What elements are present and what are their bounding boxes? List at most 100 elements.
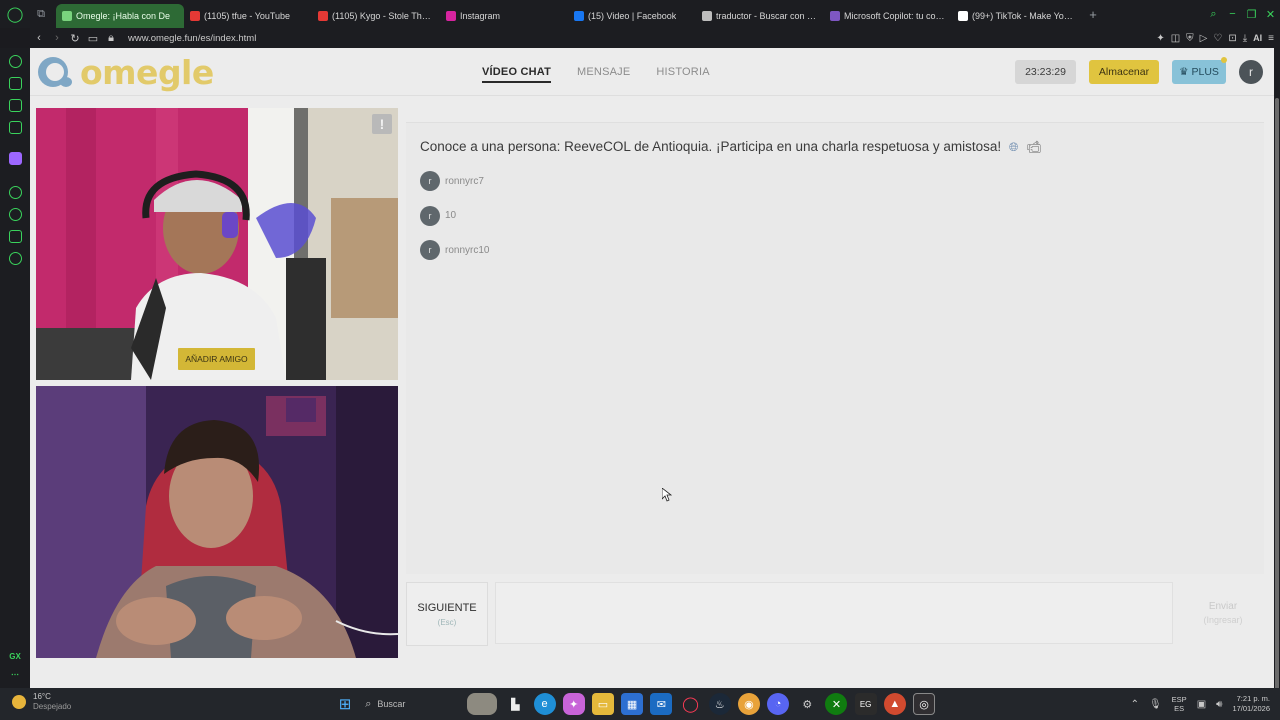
browser-tab[interactable]: (1105) tfue - YouTube — [184, 4, 312, 28]
browser-tab[interactable]: Instagram — [440, 4, 568, 28]
next-button[interactable]: SIGUIENTE (Esc) — [406, 582, 488, 646]
tab-title: (99+) TikTok - Make Your D — [972, 11, 1074, 21]
play-icon[interactable]: ▷ — [1200, 33, 1208, 44]
browser-tab-strip: ◯ ⧉ Omegle: ¡Habla con De (1105) tfue - Y… — [0, 0, 1280, 28]
volume-icon[interactable]: 🔊︎ — [1216, 699, 1222, 710]
report-button[interactable]: ! — [372, 114, 392, 134]
outlook-icon[interactable]: ✉ — [650, 693, 673, 715]
more-icon[interactable]: ⋯ — [0, 670, 30, 679]
clock[interactable]: 7:21 p. m. 17/01/2026 — [1232, 694, 1270, 714]
file-explorer-icon[interactable]: ▭ — [591, 693, 614, 715]
new-tab-button[interactable]: + — [1082, 2, 1104, 26]
forward-icon[interactable]: › — [48, 32, 66, 44]
discord-icon[interactable]: ◔ — [767, 693, 790, 715]
back-icon[interactable]: ‹ — [30, 32, 48, 44]
taskbar-search[interactable]: ⌕ Buscar — [363, 693, 459, 715]
task-view-icon[interactable]: ▙ — [504, 693, 526, 715]
browser-tab[interactable]: Microsoft Copilot: tu comp — [824, 4, 952, 28]
self-video-frame — [36, 386, 398, 658]
plus-button-label: PLUS — [1191, 66, 1219, 78]
add-friend-button[interactable]: AÑADIR AMIGO — [178, 348, 255, 370]
opera-gx-icon[interactable]: ◯ — [680, 693, 702, 715]
tab-title: (15) Video | Facebook — [588, 11, 677, 21]
lock-icon: 🔒︎ — [108, 31, 114, 44]
browser-tab[interactable]: (99+) TikTok - Make Your D — [952, 4, 1080, 28]
tab-title: Instagram — [460, 11, 501, 21]
chat-controls: SIGUIENTE (Esc) Enviar (Ingresar) — [406, 582, 1264, 646]
weather-condition: Despejado — [33, 702, 72, 711]
copilot-icon[interactable]: ✦ — [562, 693, 585, 715]
store-icon[interactable]: ▦ — [621, 693, 644, 715]
pin-icon[interactable]: ✦ — [1156, 33, 1164, 44]
message-avatar: r — [420, 240, 440, 260]
edge-icon[interactable]: e — [533, 693, 556, 715]
sync-icon[interactable] — [9, 55, 22, 68]
tab-favicon-icon — [318, 11, 328, 21]
chevron-up-icon[interactable]: ⌃ — [1131, 699, 1139, 710]
clock-date: 17/01/2026 — [1232, 704, 1270, 713]
video-popout-icon[interactable]: ▭ — [84, 32, 102, 45]
chrome-icon[interactable]: ◉ — [737, 693, 760, 715]
xbox-icon[interactable]: ✕ — [825, 693, 848, 715]
nav-link[interactable]: HISTORIA — [656, 66, 709, 83]
maximize-icon[interactable]: ❐ — [1242, 8, 1261, 21]
url-field[interactable]: www.omegle.fun/es/index.html — [128, 33, 256, 44]
download-icon[interactable]: ⤓ — [1243, 33, 1247, 44]
obs-icon[interactable]: ◎ — [913, 693, 935, 715]
close-icon[interactable]: ✕ — [1261, 8, 1280, 21]
weather-widget[interactable]: 16°C Despejado — [12, 692, 71, 712]
history-icon[interactable] — [9, 208, 22, 221]
nav-link[interactable]: MENSAJE — [577, 66, 630, 83]
messenger-icon[interactable] — [9, 121, 22, 134]
chat-message: r ronnyrc7 — [420, 171, 484, 191]
twitch-icon[interactable] — [9, 152, 22, 165]
menu-icon[interactable]: ≡ — [1268, 33, 1274, 44]
network-icon[interactable]: ▣ — [1197, 699, 1206, 710]
tab-title: traductor - Buscar con Go — [716, 11, 818, 21]
session-timer: 23:23:29 — [1015, 60, 1076, 84]
opera-menu-icon[interactable]: ◯ — [0, 0, 30, 28]
browser-tab[interactable]: (1105) Kygo - Stole The Sh — [312, 4, 440, 28]
chatgpt-icon[interactable] — [9, 77, 22, 90]
scrollbar-thumb[interactable] — [1275, 98, 1279, 720]
browser-tab[interactable]: Omegle: ¡Habla con De — [56, 4, 184, 28]
windows-start-icon[interactable]: ⊞ — [334, 693, 356, 715]
settings-icon[interactable]: ⚙ — [796, 693, 818, 715]
steam-icon[interactable]: ♨ — [708, 693, 731, 715]
search-tabs-icon[interactable]: ⌕ — [1204, 8, 1223, 21]
site-logo[interactable]: omegle — [36, 52, 214, 92]
settings-gear-icon[interactable] — [9, 252, 22, 265]
address-bar: ‹ › ↻ ▭ 🔒︎ www.omegle.fun/es/index.html … — [30, 28, 1280, 48]
minimize-icon[interactable]: − — [1223, 8, 1242, 20]
shield-icon[interactable]: ⛨ — [1186, 33, 1194, 44]
wallet-icon[interactable]: ⊡ — [1228, 33, 1236, 44]
game-launcher-icon[interactable]: ▲ — [883, 693, 906, 715]
language-indicator[interactable]: ESP ES — [1172, 695, 1187, 713]
camera-icon: 📹︎ — [1026, 140, 1042, 154]
player-icon[interactable] — [9, 186, 22, 199]
snapshot-icon[interactable]: ◫ — [1171, 33, 1180, 44]
crypto-wallet-icon[interactable] — [9, 99, 22, 112]
save-button[interactable]: Almacenar — [1089, 60, 1159, 84]
ai-button[interactable]: AI — [1253, 33, 1262, 43]
plus-button[interactable]: ♛ PLUS — [1172, 57, 1227, 84]
tab-title: (1105) Kygo - Stole The Sh — [332, 11, 434, 21]
keyboard-code: ES — [1174, 704, 1185, 713]
gx-icon[interactable]: GX — [0, 652, 30, 661]
user-avatar[interactable]: r — [1239, 60, 1263, 84]
browser-tab[interactable]: traductor - Buscar con Go — [696, 4, 824, 28]
tab-list-icon[interactable]: ⧉ — [30, 0, 52, 28]
send-button[interactable]: Enviar (Ingresar) — [1182, 582, 1264, 644]
heart-icon[interactable]: ♡ — [1213, 33, 1222, 44]
tab-favicon-icon — [958, 11, 968, 21]
page-scrollbar[interactable] — [1274, 48, 1280, 720]
reload-icon[interactable]: ↻ — [66, 32, 84, 45]
browser-tab[interactable]: (15) Video | Facebook — [568, 4, 696, 28]
epic-games-icon[interactable]: EG — [854, 693, 877, 715]
widgets-icon[interactable] — [467, 693, 498, 715]
nav-link[interactable]: VÍDEO CHAT — [482, 66, 552, 83]
message-input[interactable] — [495, 582, 1173, 644]
microphone-icon[interactable]: 🎙︎ — [1149, 699, 1162, 710]
chat-panel: Conoce a una persona: ReeveCOL de Antioq… — [406, 122, 1264, 574]
extensions-icon[interactable] — [9, 230, 22, 243]
